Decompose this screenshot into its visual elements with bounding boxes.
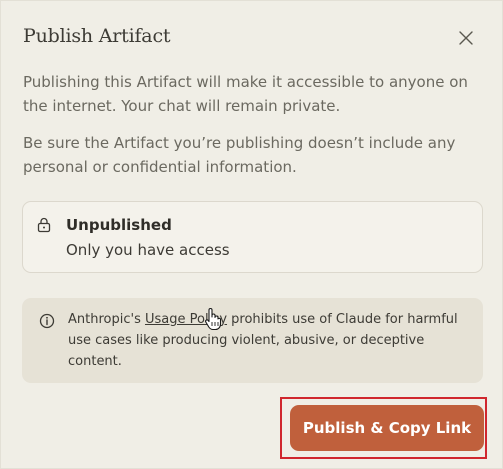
privacy-warning: Be sure the Artifact you’re publishing d… [23,134,456,176]
close-button[interactable] [453,25,479,51]
publish-status-card: Unpublished Only you have access [22,201,483,273]
info-icon [39,313,55,329]
usage-policy-notice: Anthropic's Usage Policy prohibits use o… [22,298,483,383]
dialog-title: Publish Artifact [23,25,171,47]
usage-policy-link[interactable]: Usage Policy [145,312,227,327]
accessibility-description: Publishing this Artifact will make it ac… [23,73,468,115]
notice-prefix: Anthropic's [68,312,145,327]
publish-artifact-dialog: Publish Artifact Publishing this Artifac… [0,0,503,469]
publish-copy-link-button[interactable]: Publish & Copy Link [290,405,484,451]
usage-policy-text: Anthropic's Usage Policy prohibits use o… [68,309,472,372]
lock-icon [37,217,51,233]
status-title: Unpublished [66,216,172,234]
close-icon [459,31,473,45]
status-subtitle: Only you have access [66,241,230,259]
